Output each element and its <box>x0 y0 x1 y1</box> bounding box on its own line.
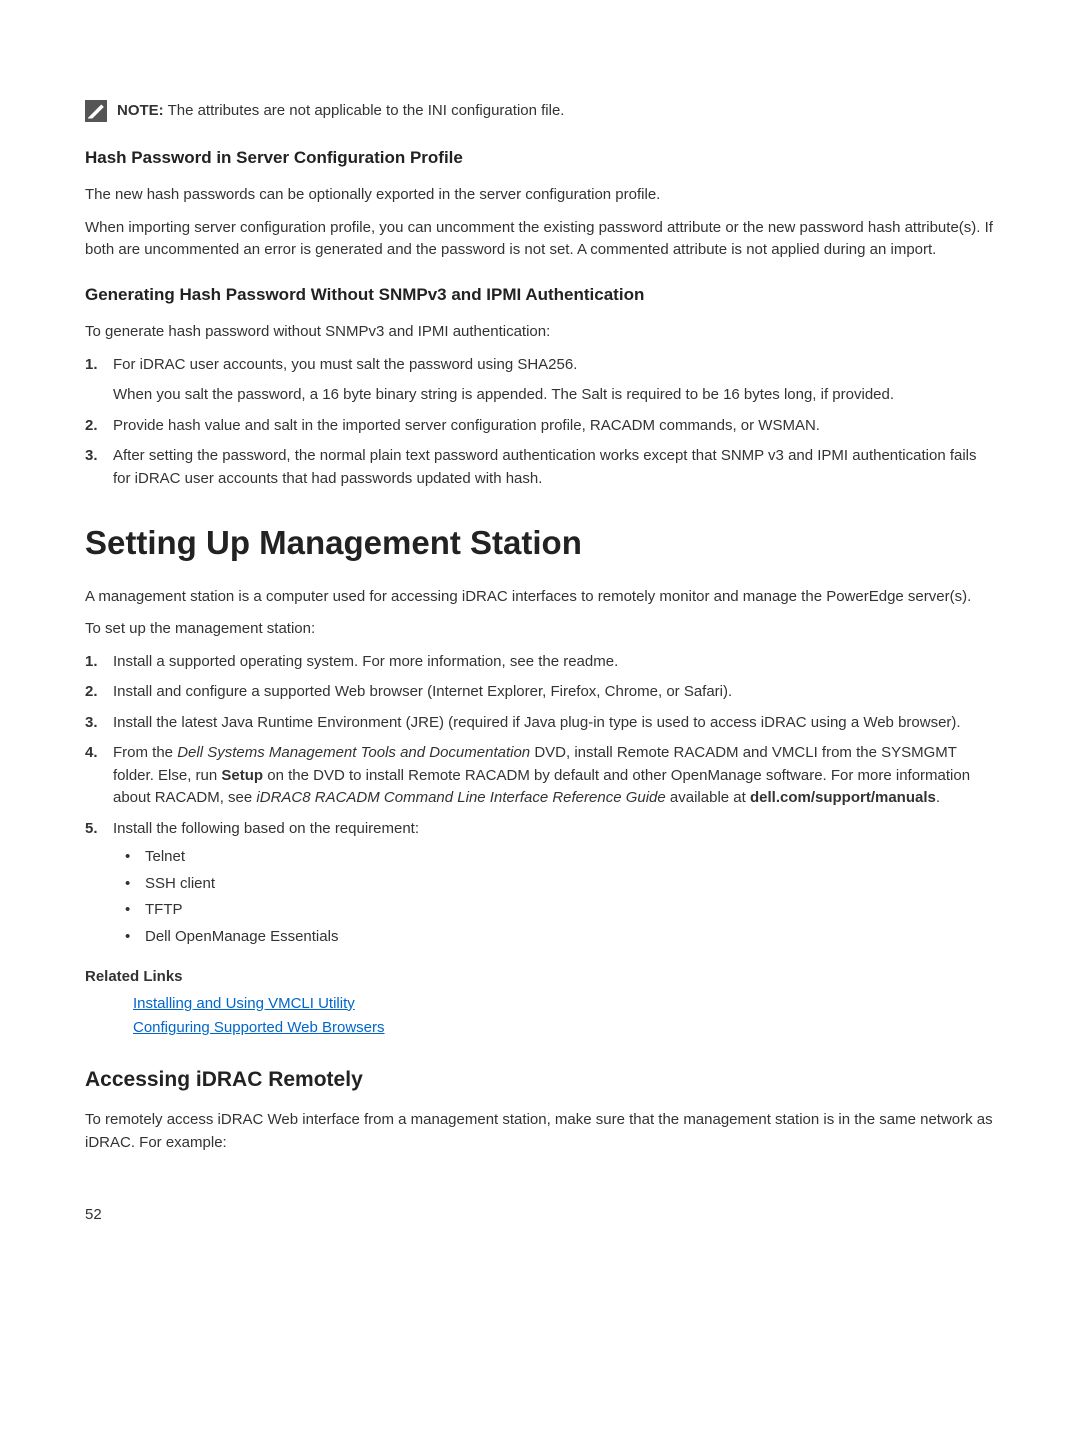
bullet-item: • TFTP <box>125 899 995 922</box>
list-text: Install the following based on the requi… <box>113 820 419 837</box>
access-heading: Accessing iDRAC Remotely <box>85 1064 995 1096</box>
list-content: Provide hash value and salt in the impor… <box>113 415 995 438</box>
mgmt-p1: A management station is a computer used … <box>85 586 995 609</box>
note-label: NOTE: <box>117 102 164 119</box>
note-body: The attributes are not applicable to the… <box>164 102 565 119</box>
bullet-text: SSH client <box>145 873 215 896</box>
list-subtext: When you salt the password, a 16 byte bi… <box>113 384 995 407</box>
gen-heading: Generating Hash Password Without SNMPv3 … <box>85 282 995 308</box>
list-marker: 2. <box>85 681 113 704</box>
hash-p1: The new hash passwords can be optionally… <box>85 184 995 207</box>
list-text: Install a supported operating system. Fo… <box>113 651 995 674</box>
list-marker: 4. <box>85 742 113 810</box>
bullet-text: TFTP <box>145 899 183 922</box>
mgmt-p2: To set up the management station: <box>85 618 995 641</box>
bullet-item: • Telnet <box>125 846 995 869</box>
list-marker: 1. <box>85 651 113 674</box>
bullet-marker: • <box>125 926 145 949</box>
list-text: For iDRAC user accounts, you must salt t… <box>113 356 577 373</box>
mgmt-heading: Setting Up Management Station <box>85 518 995 568</box>
list-item: 1. Install a supported operating system.… <box>85 651 995 674</box>
list-item: 4. From the Dell Systems Management Tool… <box>85 742 995 810</box>
note-icon <box>85 100 107 122</box>
list-marker: 3. <box>85 445 113 490</box>
list-content: From the Dell Systems Management Tools a… <box>113 742 995 810</box>
list-item: 3. After setting the password, the norma… <box>85 445 995 490</box>
bullet-list: • Telnet • SSH client • TFTP • Dell Open… <box>113 846 995 948</box>
related-link[interactable]: Installing and Using VMCLI Utility <box>133 993 995 1016</box>
text-segment: available at <box>666 789 750 806</box>
list-marker: 5. <box>85 818 113 953</box>
italic-text: Dell Systems Management Tools and Docume… <box>177 744 530 761</box>
bullet-marker: • <box>125 899 145 922</box>
gen-intro: To generate hash password without SNMPv3… <box>85 321 995 344</box>
list-marker: 1. <box>85 354 113 407</box>
list-content: Install the following based on the requi… <box>113 818 995 953</box>
bold-text: Setup <box>221 767 263 784</box>
list-text: Install and configure a supported Web br… <box>113 681 995 704</box>
list-item: 5. Install the following based on the re… <box>85 818 995 953</box>
list-item: 3. Install the latest Java Runtime Envir… <box>85 712 995 735</box>
bullet-marker: • <box>125 846 145 869</box>
text-segment: From the <box>113 744 177 761</box>
list-text: Install the latest Java Runtime Environm… <box>113 712 995 735</box>
bullet-item: • SSH client <box>125 873 995 896</box>
access-p1: To remotely access iDRAC Web interface f… <box>85 1109 995 1154</box>
related-link[interactable]: Configuring Supported Web Browsers <box>133 1017 995 1040</box>
mgmt-list: 1. Install a supported operating system.… <box>85 651 995 953</box>
note-callout: NOTE: The attributes are not applicable … <box>85 100 995 123</box>
text-segment: . <box>936 789 940 806</box>
list-marker: 2. <box>85 415 113 438</box>
bullet-text: Dell OpenManage Essentials <box>145 926 338 949</box>
bullet-item: • Dell OpenManage Essentials <box>125 926 995 949</box>
related-links-heading: Related Links <box>85 966 995 989</box>
bold-text: dell.com/support/manuals <box>750 789 936 806</box>
list-item: 2. Provide hash value and salt in the im… <box>85 415 995 438</box>
list-item: 2. Install and configure a supported Web… <box>85 681 995 704</box>
list-item: 1. For iDRAC user accounts, you must sal… <box>85 354 995 407</box>
bullet-text: Telnet <box>145 846 185 869</box>
page-number: 52 <box>85 1204 995 1227</box>
italic-text: iDRAC8 RACADM Command Line Interface Ref… <box>256 789 665 806</box>
bullet-marker: • <box>125 873 145 896</box>
gen-list: 1. For iDRAC user accounts, you must sal… <box>85 354 995 491</box>
hash-p2: When importing server configuration prof… <box>85 217 995 262</box>
list-content: After setting the password, the normal p… <box>113 445 995 490</box>
note-text: NOTE: The attributes are not applicable … <box>117 100 564 123</box>
hash-heading: Hash Password in Server Configuration Pr… <box>85 145 995 171</box>
list-text: Provide hash value and salt in the impor… <box>113 417 820 434</box>
list-marker: 3. <box>85 712 113 735</box>
list-content: For iDRAC user accounts, you must salt t… <box>113 354 995 407</box>
list-text: After setting the password, the normal p… <box>113 447 977 487</box>
